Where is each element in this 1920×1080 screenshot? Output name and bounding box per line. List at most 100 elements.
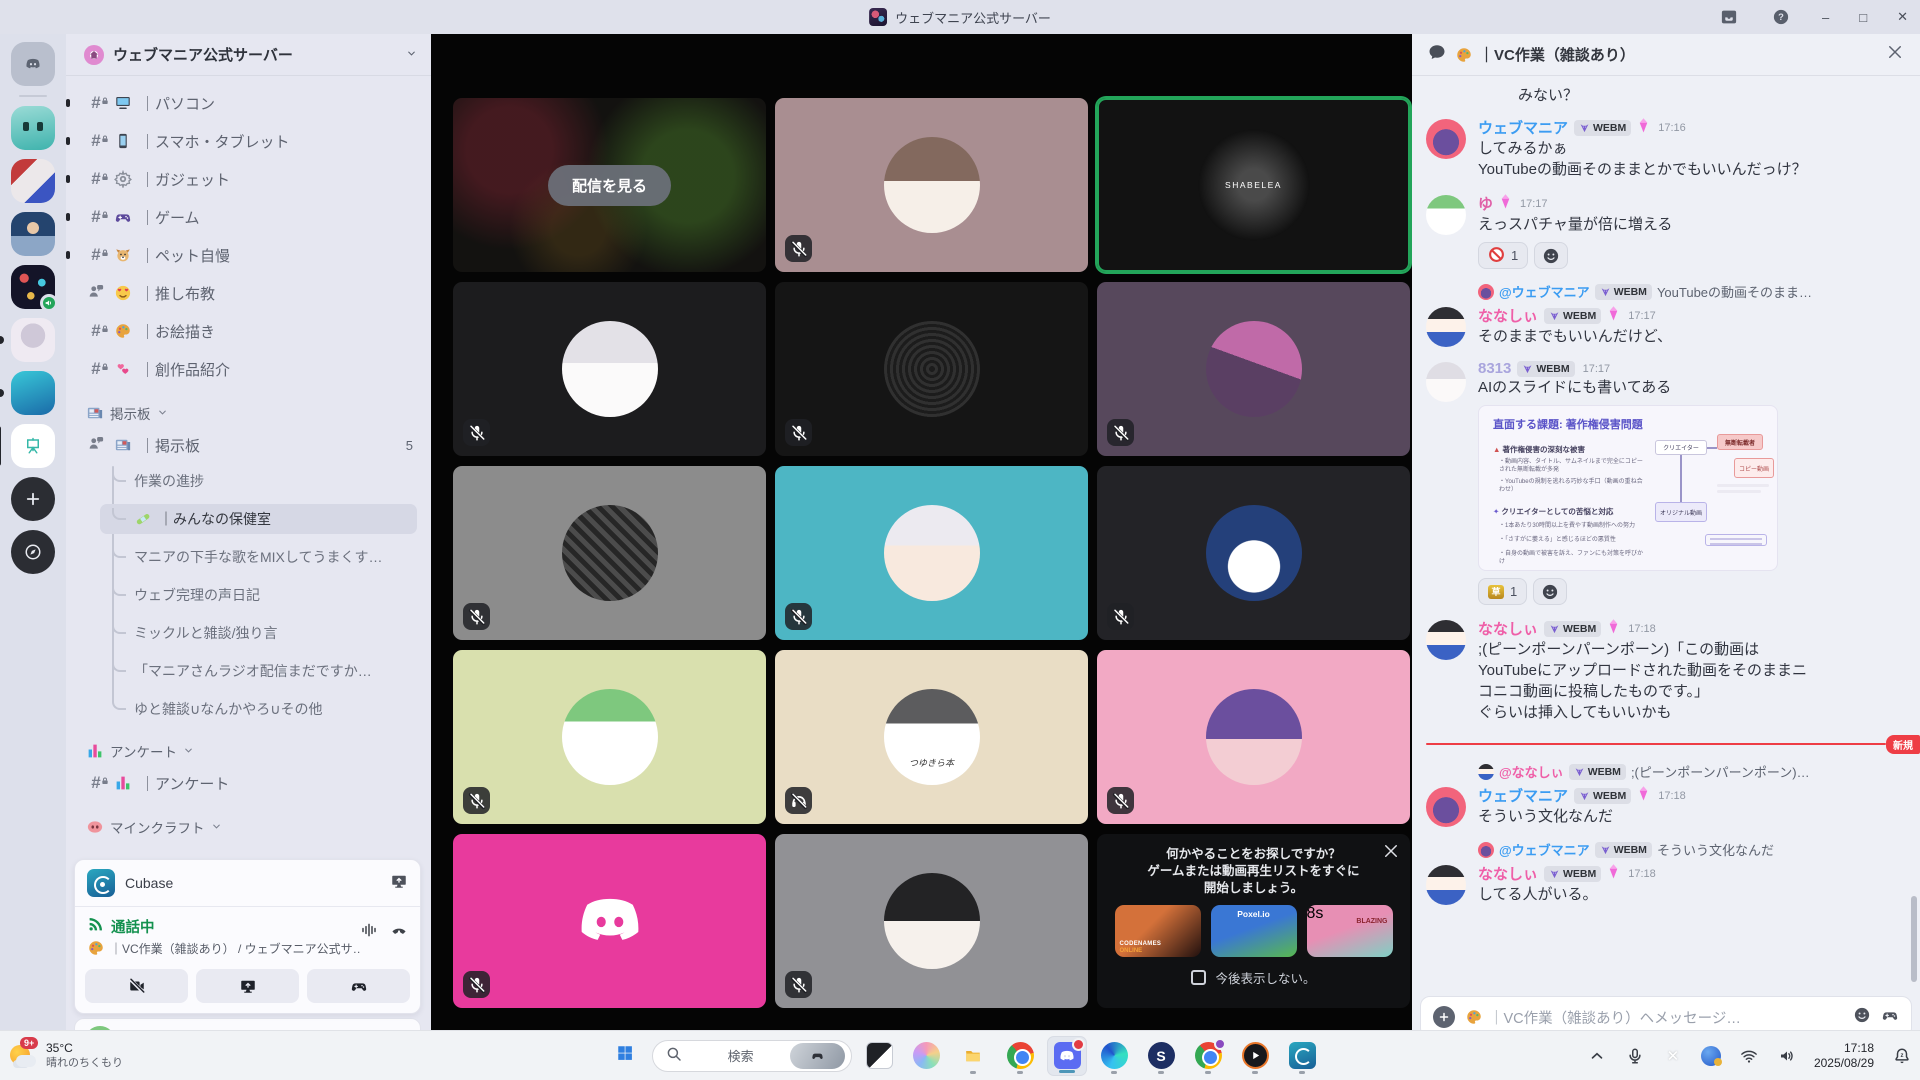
add-reaction-button[interactable] [1534, 242, 1568, 269]
stream-activity-icon[interactable] [390, 872, 408, 895]
voice-channel-path[interactable]: ｜VC作業（雑談あり） / ウェブマニア公式サ… [87, 939, 360, 957]
category-マインクラフト[interactable]: マインクラフト [76, 812, 423, 842]
video-tile-purple-spark[interactable] [1097, 650, 1410, 824]
thread-item[interactable]: ミックルと雑談/独り言 [100, 618, 423, 648]
server-anime-girl-icon[interactable] [11, 318, 55, 362]
username[interactable]: 8313 [1478, 360, 1511, 377]
app-s-button[interactable]: S [1141, 1036, 1181, 1076]
file-explorer-button[interactable] [953, 1036, 993, 1076]
category-掲示板[interactable]: 掲示板 [76, 398, 423, 428]
edge-button[interactable] [1094, 1036, 1134, 1076]
channel-item[interactable]: #｜お絵描き [76, 314, 423, 348]
thread-item[interactable]: 作業の進捗 [100, 466, 423, 496]
discord-button[interactable] [1047, 1036, 1087, 1076]
channel-item[interactable]: ｜掲示板5 [76, 428, 423, 462]
video-tile-green-cap-boy[interactable] [453, 650, 766, 824]
thread-item[interactable]: ウェブ完理の声日記 [100, 580, 423, 610]
thread-item[interactable]: ｜みんなの保健室 [100, 504, 417, 534]
server-art-icon[interactable] [11, 424, 55, 468]
noise-suppression-icon[interactable] [360, 921, 378, 944]
channel-item[interactable]: #｜ペット自慢 [76, 238, 423, 272]
username[interactable]: ウェブマニア [1478, 785, 1568, 806]
explore-servers-button[interactable] [11, 530, 55, 574]
scrollbar[interactable] [1911, 896, 1917, 982]
help-icon[interactable]: ? [1770, 6, 1792, 28]
inbox-icon[interactable] [1718, 6, 1740, 28]
notification-bell-icon[interactable]: z [1890, 1047, 1914, 1065]
video-tile-navy-laugh[interactable] [1097, 466, 1410, 640]
game-card-codenames[interactable]: CODENAMESONLINE [1115, 905, 1201, 957]
server-teal-blob-icon[interactable] [11, 106, 55, 150]
camera-toggle-button[interactable] [85, 969, 188, 1003]
minimize-button[interactable]: – [1822, 10, 1829, 25]
channel-item[interactable]: #｜ガジェット [76, 162, 423, 196]
chrome-button[interactable] [1000, 1036, 1040, 1076]
tray-app-sphere-icon[interactable] [1700, 1046, 1722, 1066]
video-tile-black-hair-woman[interactable] [775, 834, 1088, 1008]
reaction-pill[interactable]: 1 [1478, 242, 1528, 269]
task-view-button[interactable] [859, 1036, 899, 1076]
media-player-button[interactable] [1235, 1036, 1275, 1076]
video-tile-stream[interactable]: 配信を見る [453, 98, 766, 272]
cubase-button[interactable] [1282, 1036, 1322, 1076]
video-tile-drawn-boy[interactable]: つゆきら本 [775, 650, 1088, 824]
channel-item[interactable]: #｜アンケート [76, 766, 423, 800]
reply-context[interactable]: @ななしぃWEBM;(ピーンポーンパーンポーン)… [1478, 762, 1904, 781]
checkbox-icon[interactable] [1191, 970, 1206, 985]
thread-item[interactable]: マニアの下手な歌をMIXしてうまくす… [100, 542, 423, 572]
server-header[interactable]: ウェブマニア公式サーバー [66, 34, 431, 76]
server-news-icon[interactable] [11, 212, 55, 256]
server-miku-icon[interactable] [11, 371, 55, 415]
wifi-icon[interactable] [1738, 1047, 1760, 1065]
category-アンケート[interactable]: アンケート [76, 736, 423, 766]
username[interactable]: ウェブマニア [1478, 117, 1568, 138]
video-tile-shabelea[interactable]: SHABELEA [1097, 98, 1410, 272]
search-input[interactable]: 検索 [652, 1040, 852, 1072]
game-card-blazing[interactable]: BLAZING8s [1307, 905, 1393, 957]
close-icon[interactable] [1886, 43, 1904, 66]
username[interactable]: ゆ [1478, 193, 1493, 214]
reply-context[interactable]: @ウェブマニアWEBMYouTubeの動画そのまま… [1478, 282, 1904, 301]
channel-item[interactable]: #｜パソコン [76, 86, 423, 120]
activities-button[interactable] [307, 969, 410, 1003]
search-box-button[interactable]: 検索 [652, 1036, 852, 1076]
disconnect-call-icon[interactable] [390, 921, 408, 944]
copilot-button[interactable] [906, 1036, 946, 1076]
video-tile-dark-pattern[interactable] [453, 466, 766, 640]
weather-widget[interactable]: 9+ 35°C 晴れのちくもり [8, 1041, 123, 1071]
emoji-picker-icon[interactable] [1853, 1006, 1871, 1029]
attachment-slide-image[interactable]: 直面する課題: 著作権侵害問題▲ 著作権侵害の深刻な被害・動画内容、タイトル、サ… [1478, 405, 1778, 571]
channel-item[interactable]: #｜スマホ・タブレット [76, 124, 423, 158]
reply-context[interactable]: @ウェブマニアWEBMそういう文化なんだ [1478, 840, 1904, 859]
video-tile-catgirl-brown[interactable] [775, 98, 1088, 272]
video-tile-dark-disc[interactable] [775, 282, 1088, 456]
attach-plus-icon[interactable] [1433, 1006, 1455, 1028]
video-tile-catgirl-white[interactable] [453, 282, 766, 456]
game-card-poxel[interactable]: Poxel.io [1211, 905, 1297, 957]
channel-item[interactable]: ｜推し布教 [76, 276, 423, 310]
clock[interactable]: 17:18 2025/08/29 [1814, 1041, 1874, 1071]
chrome-profile-button[interactable] [1188, 1036, 1228, 1076]
maximize-button[interactable]: □ [1859, 10, 1867, 25]
voice-access-mic-icon[interactable] [1624, 1047, 1646, 1065]
username[interactable]: ななしぃ [1478, 305, 1538, 326]
thread-item[interactable]: 「マニアさんラジオ配信まだですか… [100, 656, 423, 686]
username[interactable]: ななしぃ [1478, 618, 1538, 639]
close-button[interactable]: ✕ [1897, 9, 1908, 25]
server-game-icon[interactable] [11, 159, 55, 203]
video-tile-discord-logo[interactable] [453, 834, 766, 1008]
video-tile-pink-hair[interactable] [1097, 282, 1410, 456]
tray-x-icon[interactable]: ✕ [1662, 1047, 1684, 1065]
video-tile-white-hair-kid[interactable] [775, 466, 1088, 640]
video-tile-promo[interactable]: 何かやることをお探しですか？ゲームまたは動画再生リストをすぐに開始しましょう。C… [1097, 834, 1410, 1008]
add-server-button[interactable] [11, 477, 55, 521]
discord-home-icon[interactable] [11, 42, 55, 86]
channel-item[interactable]: #｜ゲーム [76, 200, 423, 234]
gift-activities-icon[interactable] [1881, 1006, 1899, 1029]
dont-show-again-checkbox[interactable]: 今後表示しない。 [1191, 968, 1315, 987]
volume-icon[interactable] [1776, 1047, 1798, 1065]
watch-stream-button[interactable]: 配信を見る [548, 165, 671, 206]
screenshare-button[interactable] [196, 969, 299, 1003]
reaction-pill[interactable]: 草1 [1478, 578, 1527, 605]
close-icon[interactable] [1382, 842, 1400, 865]
